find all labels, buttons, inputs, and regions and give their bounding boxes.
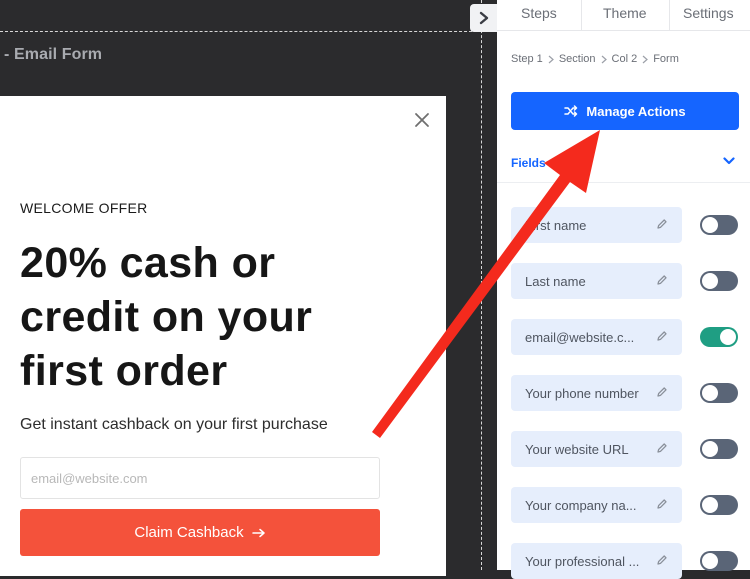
offer-headline: 20% cash or credit on your first order <box>20 236 420 398</box>
toggle-knob <box>702 497 718 513</box>
tab-settings[interactable]: Settings <box>683 5 734 21</box>
editor-canvas: - Email Form WELCOME OFFER 20% cash or c… <box>0 0 498 576</box>
field-label: Last name <box>525 273 586 289</box>
field-row: Last name <box>511 263 741 299</box>
collapse-panel-button[interactable] <box>470 4 498 32</box>
field-row: Your company na... <box>511 487 741 523</box>
field-label: Your professional ... <box>525 553 640 569</box>
toggle-knob <box>702 217 718 233</box>
field-label: First name <box>525 217 587 233</box>
toggle-knob <box>720 329 736 345</box>
breadcrumb-col[interactable]: Col 2 <box>612 53 638 65</box>
popup-form: WELCOME OFFER 20% cash or credit on your… <box>0 96 446 576</box>
field-toggle[interactable] <box>700 327 738 347</box>
section-outline-top <box>0 31 482 32</box>
pencil-icon[interactable] <box>656 554 668 566</box>
pencil-icon[interactable] <box>656 442 668 454</box>
tab-steps[interactable]: Steps <box>521 5 557 21</box>
field-edit-pill[interactable]: Your company na... <box>511 487 682 523</box>
pencil-icon[interactable] <box>656 386 668 398</box>
field-edit-pill[interactable]: email@website.c... <box>511 319 682 355</box>
pencil-icon[interactable] <box>656 330 668 342</box>
field-toggle[interactable] <box>700 215 738 235</box>
offer-eyebrow: WELCOME OFFER <box>20 200 148 216</box>
toggle-knob <box>702 441 718 457</box>
field-edit-pill[interactable]: First name <box>511 207 682 243</box>
close-icon <box>415 113 429 127</box>
fields-label: Fields <box>511 156 546 170</box>
tab-theme[interactable]: Theme <box>603 5 647 21</box>
tab-divider <box>581 0 582 30</box>
field-row: Your phone number <box>511 375 741 411</box>
breadcrumb-form[interactable]: Form <box>653 53 679 65</box>
toggle-knob <box>702 273 718 289</box>
field-label: Your phone number <box>525 385 639 401</box>
pencil-icon[interactable] <box>656 498 668 510</box>
field-row: Your professional ... <box>511 543 741 579</box>
section-outline-right <box>481 0 482 570</box>
breadcrumb-step[interactable]: Step 1 <box>511 53 543 65</box>
claim-cashback-button[interactable]: Claim Cashback <box>20 509 380 556</box>
chevron-right-icon <box>642 55 649 63</box>
headline-line: 20% cash or <box>20 239 276 287</box>
canvas-title: - Email Form <box>4 46 103 63</box>
field-label: Your website URL <box>525 441 629 457</box>
field-toggle[interactable] <box>700 383 738 403</box>
pencil-icon[interactable] <box>656 218 668 230</box>
properties-panel: Steps Theme Settings Step 1 Section Col … <box>497 0 750 579</box>
field-toggle[interactable] <box>700 551 738 571</box>
close-popup-button[interactable] <box>411 109 433 131</box>
field-row: First name <box>511 207 741 243</box>
field-edit-pill[interactable]: Your website URL <box>511 431 682 467</box>
field-edit-pill[interactable]: Your professional ... <box>511 543 682 579</box>
manage-actions-label: Manage Actions <box>586 103 686 119</box>
tab-divider <box>669 0 670 30</box>
field-label: Your company na... <box>525 497 637 513</box>
headline-line: first order <box>20 347 228 395</box>
arrow-right-icon <box>251 528 265 537</box>
chevron-right-icon <box>601 55 607 63</box>
offer-subtitle: Get instant cashback on your first purch… <box>20 416 328 433</box>
chevron-down-icon <box>723 157 735 165</box>
field-row: Your website URL <box>511 431 741 467</box>
field-edit-pill[interactable]: Your phone number <box>511 375 682 411</box>
field-toggle[interactable] <box>700 271 738 291</box>
shuffle-icon <box>564 105 578 117</box>
claim-cashback-label: Claim Cashback <box>134 524 244 541</box>
email-input[interactable] <box>20 457 380 499</box>
field-label: email@website.c... <box>525 329 635 345</box>
manage-actions-button[interactable]: Manage Actions <box>511 92 739 130</box>
toggle-knob <box>702 553 718 569</box>
pencil-icon[interactable] <box>656 274 668 286</box>
field-toggle[interactable] <box>700 495 738 515</box>
chevron-right-icon <box>548 55 554 63</box>
field-edit-pill[interactable]: Last name <box>511 263 682 299</box>
panel-tabs: Steps Theme Settings <box>497 0 750 31</box>
breadcrumb-section[interactable]: Section <box>559 53 596 65</box>
chevron-right-icon <box>479 11 489 25</box>
headline-line: credit on your <box>20 293 313 341</box>
fields-section-header[interactable]: Fields <box>497 146 750 183</box>
field-toggle[interactable] <box>700 439 738 459</box>
breadcrumb: Step 1 Section Col 2 Form <box>511 53 679 65</box>
toggle-knob <box>702 385 718 401</box>
field-row: email@website.c... <box>511 319 741 355</box>
